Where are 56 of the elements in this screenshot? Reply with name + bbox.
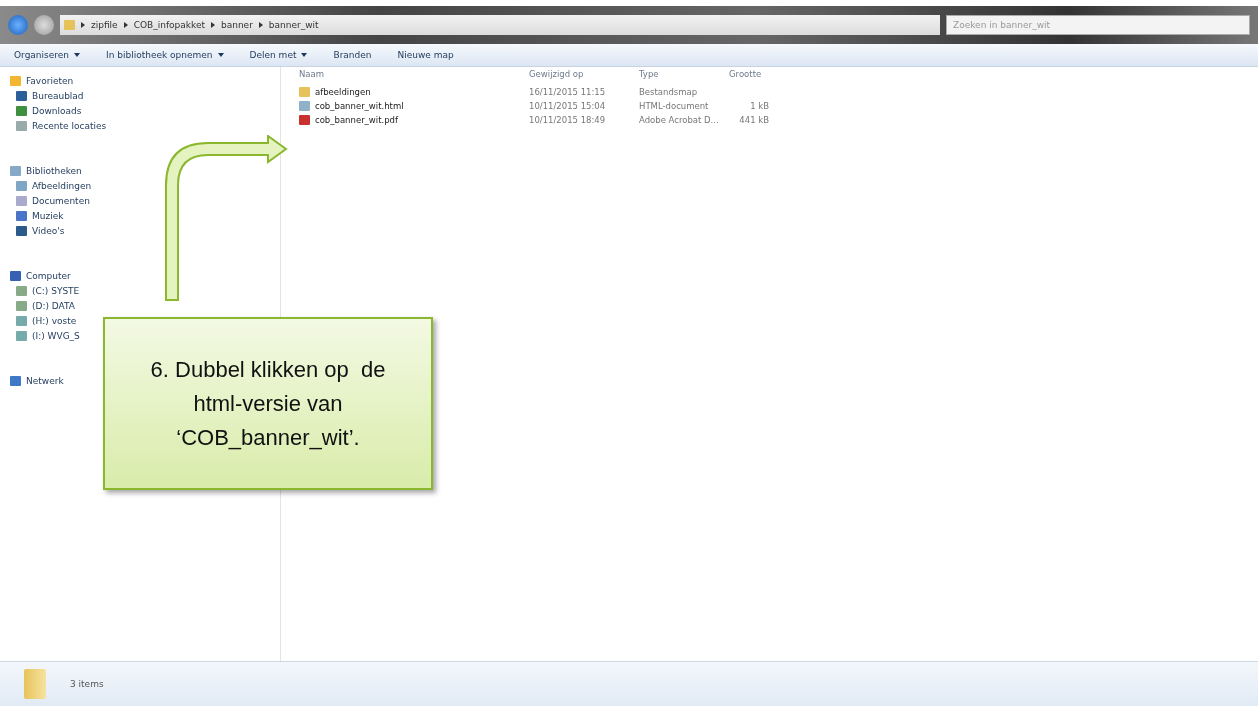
callout-text: html-versie van: [193, 389, 343, 418]
breadcrumb[interactable]: zipfile: [91, 20, 118, 30]
sidebar-item[interactable]: Video's: [32, 225, 65, 236]
toolbar-button[interactable]: In bibliotheek opnemen: [106, 50, 224, 60]
file-name[interactable]: afbeeldingen: [315, 87, 371, 97]
sidebar-item[interactable]: (H:) voste: [32, 315, 77, 326]
callout-text: ‘COB_banner_wit’.: [176, 423, 360, 452]
chevron-icon: [211, 22, 215, 28]
column-header[interactable]: Gewijzigd op: [529, 69, 639, 83]
chevron-icon: [81, 22, 85, 28]
file-type: HTML-document: [639, 101, 709, 111]
sidebar-item[interactable]: Documenten: [32, 195, 90, 206]
file-name[interactable]: cob_banner_wit.html: [315, 101, 404, 111]
caret-icon: [74, 53, 81, 57]
column-header[interactable]: Naam: [299, 69, 529, 83]
sidebar-item[interactable]: Downloads: [32, 105, 82, 116]
sidebar-item[interactable]: Bibliotheken: [26, 165, 82, 176]
sidebar-item[interactable]: Recente locaties: [32, 120, 107, 131]
folder-icon: [64, 20, 75, 30]
modified-date: 10/11/2015 18:49: [529, 115, 606, 125]
file-type: Adobe Acrobat D...: [639, 115, 719, 125]
sidebar-item[interactable]: (C:) SYSTE: [32, 285, 80, 296]
column-header[interactable]: Type: [639, 69, 729, 83]
sidebar-item[interactable]: Bureaublad: [32, 90, 84, 101]
sidebar-item[interactable]: Computer: [26, 270, 71, 281]
toolbar-button[interactable]: Nieuwe map: [397, 50, 454, 60]
toolbar-button[interactable]: Branden: [333, 50, 372, 60]
sidebar-item[interactable]: Afbeeldingen: [32, 180, 92, 191]
file-size: 1 kB: [750, 101, 769, 111]
toolbar-button[interactable]: Organiseren: [14, 50, 81, 60]
toolbar-button[interactable]: Delen met: [249, 50, 308, 60]
breadcrumb[interactable]: banner: [221, 20, 253, 30]
sidebar-item[interactable]: Netwerk: [26, 375, 64, 386]
sidebar-item[interactable]: Favorieten: [26, 75, 74, 86]
sidebar-item[interactable]: (I:) WVG_S: [32, 330, 80, 341]
file-type: Bestandsmap: [639, 87, 698, 97]
item-count: 3 items: [70, 679, 104, 689]
callout-text: 6. Dubbel klikken op de: [150, 355, 386, 384]
back-button[interactable]: [8, 15, 28, 35]
modified-date: 16/11/2015 11:15: [529, 87, 606, 97]
breadcrumb[interactable]: COB_infopakket: [133, 20, 205, 30]
folder-icon: [24, 669, 46, 699]
file-size: 441 kB: [739, 115, 769, 125]
sidebar-item[interactable]: Muziek: [32, 210, 64, 221]
caret-icon: [217, 53, 224, 57]
search-field[interactable]: Zoeken in banner_wit: [946, 15, 1250, 35]
sidebar-item[interactable]: (D:) DATA: [32, 300, 76, 311]
modified-date: 10/11/2015 15:04: [529, 101, 606, 111]
file-name[interactable]: cob_banner_wit.pdf: [315, 115, 398, 125]
chevron-icon: [123, 22, 128, 28]
address-bar[interactable]: zipfile COB_infopakket banner banner_wit: [60, 15, 940, 35]
chevron-icon: [258, 22, 263, 28]
caret-icon: [301, 53, 308, 57]
forward-button[interactable]: [34, 15, 54, 35]
breadcrumb[interactable]: banner_wit: [268, 20, 319, 30]
column-header[interactable]: Grootte: [729, 69, 769, 83]
